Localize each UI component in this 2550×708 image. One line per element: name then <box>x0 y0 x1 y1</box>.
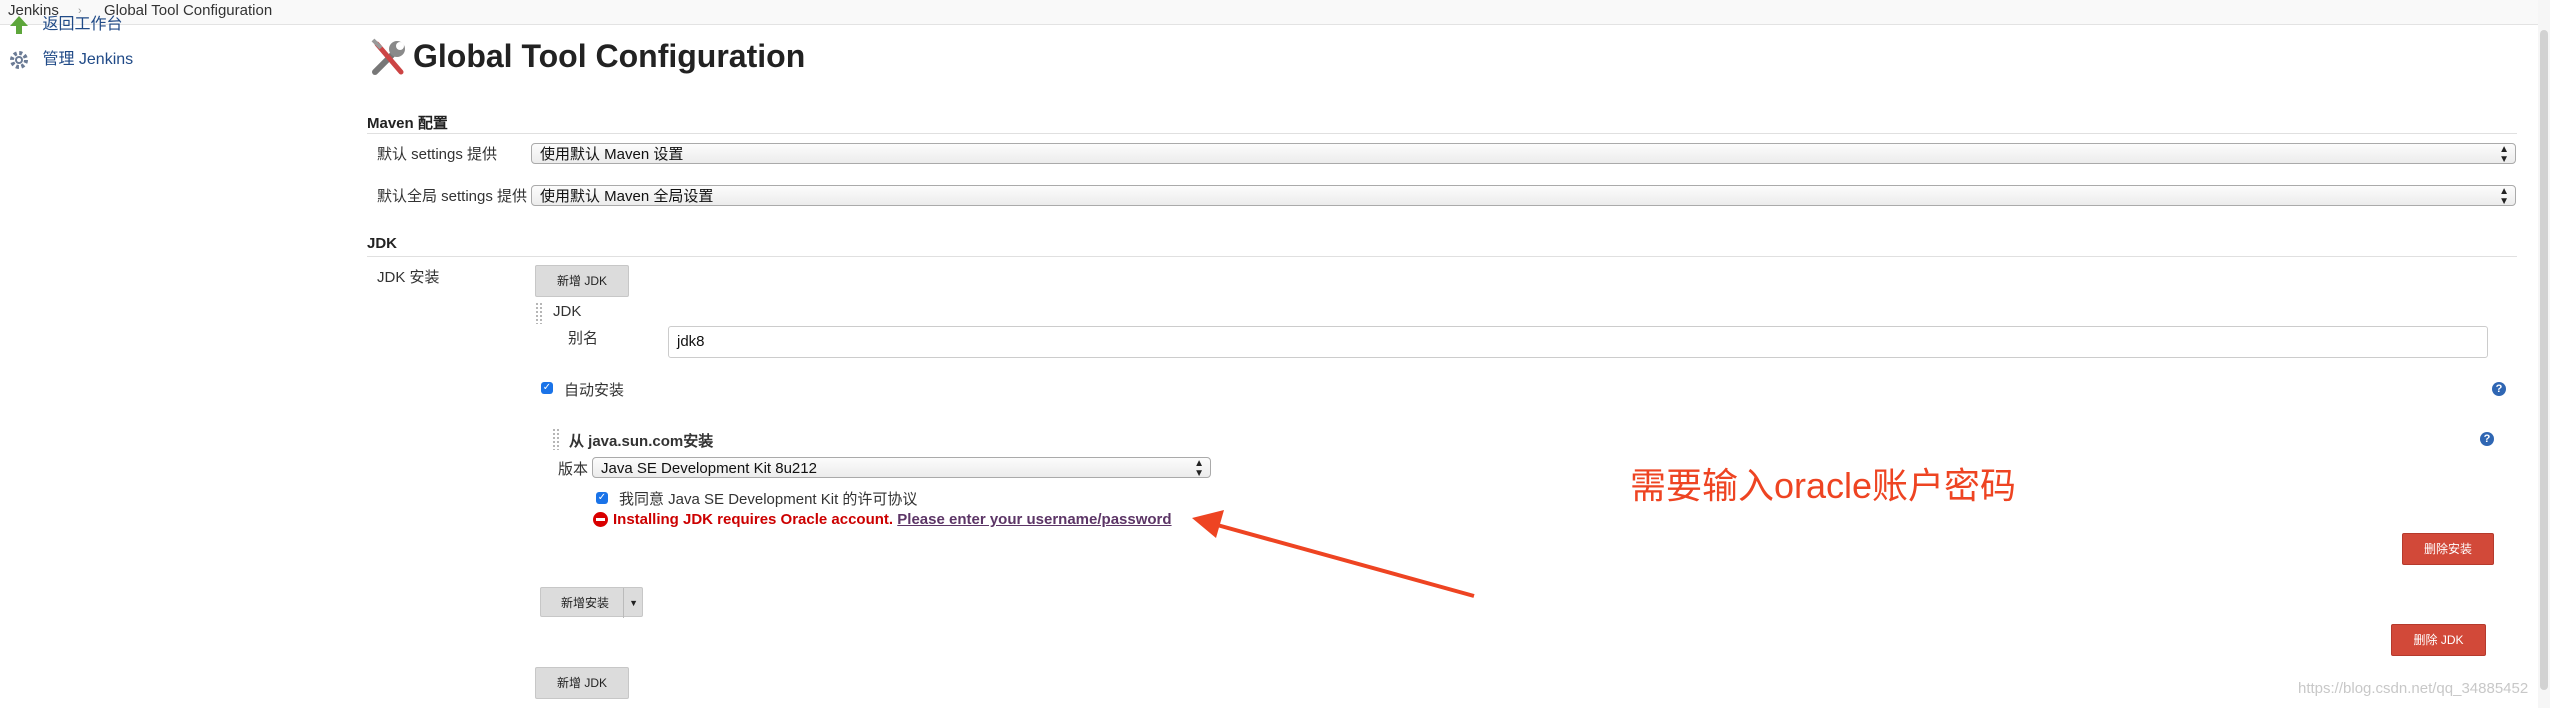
maven-settings-select[interactable]: 使用默认 Maven 设置 ▲ ▼ <box>531 143 2516 165</box>
sidebar-item-manage-jenkins[interactable]: 管理 Jenkins <box>8 45 133 71</box>
maven-settings-label: 默认 settings 提供 <box>377 146 498 163</box>
maven-global-settings-value: 使用默认 Maven 全局设置 <box>540 188 714 205</box>
gear-icon <box>10 50 28 69</box>
select-arrows-icon: ▲ ▼ <box>1194 458 1204 479</box>
help-icon[interactable]: ? <box>2492 382 2506 396</box>
tools-icon <box>371 38 405 75</box>
select-arrows-icon: ▲ ▼ <box>2499 186 2509 207</box>
jdk-item-title: JDK <box>553 303 582 320</box>
add-jdk-button[interactable]: 新增 JDK <box>535 265 629 297</box>
maven-settings-value: 使用默认 Maven 设置 <box>540 146 684 163</box>
auto-install-checkbox[interactable]: ✓ <box>541 382 553 394</box>
version-label: 版本 <box>558 461 589 478</box>
drag-handle[interactable] <box>535 302 543 324</box>
sidebar-item-label: 返回工作台 <box>42 16 123 33</box>
annotation-text: 需要输入oracle账户密码 <box>1630 465 2017 506</box>
maven-global-settings-label: 默认全局 settings 提供 <box>377 188 528 205</box>
add-installer-button[interactable]: 新增安装 ▼ <box>540 587 643 618</box>
section-divider <box>367 256 2517 257</box>
agree-license-checkbox[interactable]: ✓ <box>596 492 608 504</box>
jdk-alias-input[interactable]: jdk8 <box>668 326 2488 358</box>
select-arrows-icon: ▲ ▼ <box>2499 144 2509 165</box>
jdk-install-label: JDK 安装 <box>377 269 440 286</box>
error-message: Installing JDK requires Oracle account. <box>613 511 894 528</box>
jdk-section-title: JDK <box>367 235 398 252</box>
maven-global-settings-select[interactable]: 使用默认 Maven 全局设置 ▲ ▼ <box>531 185 2516 207</box>
installer-title: 从 java.sun.com安装 <box>569 433 714 450</box>
arrow-up-icon <box>10 15 28 34</box>
auto-install-label: 自动安装 <box>564 382 625 399</box>
jdk-alias-label: 别名 <box>568 330 599 347</box>
section-divider <box>367 133 2517 134</box>
add-installer-label: 新增安装 <box>561 596 610 610</box>
page-title: Global Tool Configuration <box>413 38 806 74</box>
watermark: https://blog.csdn.net/qq_34885452 <box>2298 680 2529 697</box>
delete-jdk-button[interactable]: 删除 JDK <box>2391 624 2486 656</box>
maven-section-title: Maven 配置 <box>367 115 448 132</box>
agree-license-label: 我同意 Java SE Development Kit 的许可协议 <box>619 491 918 508</box>
version-value: Java SE Development Kit 8u212 <box>601 460 817 477</box>
enter-credentials-link[interactable]: Please enter your username/password <box>897 511 1171 528</box>
breadcrumb: Jenkins › Global Tool Configuration <box>0 0 2550 25</box>
version-select[interactable]: Java SE Development Kit 8u212 ▲ ▼ <box>592 457 1211 479</box>
error-icon <box>593 512 608 527</box>
drag-handle[interactable] <box>552 428 560 450</box>
delete-installer-button[interactable]: 删除安装 <box>2402 533 2494 565</box>
breadcrumb-current[interactable]: Global Tool Configuration <box>104 0 272 22</box>
add-jdk-button-bottom[interactable]: 新增 JDK <box>535 667 629 699</box>
oracle-account-error: Installing JDK requires Oracle account. … <box>613 511 1172 528</box>
scrollbar-thumb[interactable] <box>2540 30 2548 690</box>
dropdown-arrow-icon[interactable]: ▼ <box>623 588 638 618</box>
sidebar-item-back[interactable]: 返回工作台 <box>8 10 122 36</box>
sidebar-item-label: 管理 Jenkins <box>42 51 134 68</box>
help-icon[interactable]: ? <box>2480 432 2494 446</box>
annotation-arrow-icon <box>1192 510 1475 598</box>
